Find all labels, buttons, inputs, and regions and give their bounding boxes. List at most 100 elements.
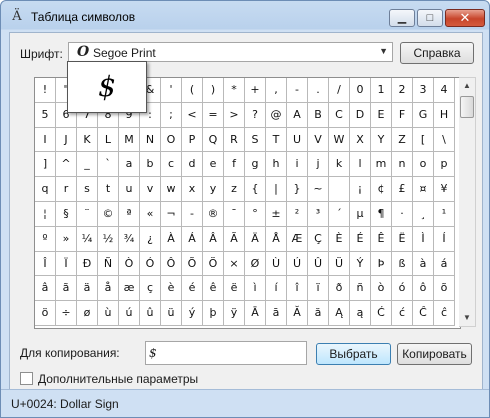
character-cell[interactable]: ¤ [413, 177, 434, 202]
character-cell[interactable]: Å [266, 226, 287, 252]
character-cell[interactable]: o [413, 152, 434, 178]
character-cell[interactable]: Ì [413, 226, 434, 252]
character-cell[interactable]: v [140, 177, 161, 202]
character-cell[interactable]: Ý [350, 251, 371, 277]
character-cell[interactable]: ¨ [77, 201, 98, 227]
character-cell[interactable]: à [413, 251, 434, 277]
character-cell[interactable]: 3 [413, 78, 434, 103]
character-cell[interactable]: ´ [329, 201, 350, 227]
character-cell[interactable]: 0 [350, 78, 371, 103]
character-cell[interactable]: z [224, 177, 245, 202]
character-cell[interactable]: } [287, 177, 308, 202]
character-cell[interactable]: î [287, 276, 308, 302]
character-cell[interactable]: » [56, 226, 77, 252]
character-cell[interactable]: Ç [308, 226, 329, 252]
character-cell[interactable]: ° [245, 201, 266, 227]
character-cell[interactable]: [ [413, 127, 434, 153]
character-cell[interactable]: Ñ [98, 251, 119, 277]
character-cell[interactable]: « [140, 201, 161, 227]
character-cell[interactable]: * [224, 78, 245, 103]
character-cell[interactable]: ¦ [35, 201, 56, 227]
character-cell[interactable]: Ă [287, 301, 308, 326]
character-cell[interactable]: J [56, 127, 77, 153]
character-cell[interactable]: y [203, 177, 224, 202]
character-cell[interactable]: å [98, 276, 119, 302]
character-cell[interactable]: m [371, 152, 392, 178]
character-cell[interactable]: V [308, 127, 329, 153]
character-cell[interactable]: ( [182, 78, 203, 103]
character-cell[interactable]: ¿ [140, 226, 161, 252]
character-cell[interactable]: Z [392, 127, 413, 153]
character-cell[interactable]: ê [203, 276, 224, 302]
character-cell[interactable]: Ü [329, 251, 350, 277]
character-cell[interactable]: ¥ [434, 177, 455, 202]
character-cell[interactable]: > [224, 102, 245, 128]
character-cell[interactable]: ú [119, 301, 140, 326]
character-cell[interactable]: ö [35, 301, 56, 326]
character-cell[interactable]: @ [266, 102, 287, 128]
character-cell[interactable]: t [98, 177, 119, 202]
font-select[interactable]: O Segoe Print ▼ [68, 42, 393, 62]
grid-scrollbar[interactable]: ▲ ▼ [459, 77, 476, 327]
character-cell[interactable]: L [98, 127, 119, 153]
character-cell[interactable]: 5 [35, 102, 56, 128]
character-cell[interactable]: ÿ [224, 301, 245, 326]
character-cell[interactable]: U [287, 127, 308, 153]
character-cell[interactable]: ù [98, 301, 119, 326]
character-cell[interactable]: ¾ [119, 226, 140, 252]
character-cell[interactable]: i [287, 152, 308, 178]
character-cell[interactable]: ± [266, 201, 287, 227]
character-cell[interactable]: R [224, 127, 245, 153]
character-cell[interactable]: £ [392, 177, 413, 202]
character-cell[interactable]: Ø [245, 251, 266, 277]
character-cell[interactable]: = [203, 102, 224, 128]
maximize-button[interactable]: □ [417, 9, 443, 27]
character-cell[interactable]: x [182, 177, 203, 202]
character-cell[interactable]: Ð [77, 251, 98, 277]
character-cell[interactable]: ' [161, 78, 182, 103]
character-cell[interactable]: \ [434, 127, 455, 153]
character-cell[interactable]: h [266, 152, 287, 178]
chevron-down-icon[interactable]: ▼ [379, 46, 388, 56]
character-cell[interactable]: D [350, 102, 371, 128]
character-cell[interactable]: Ö [203, 251, 224, 277]
character-cell[interactable]: k [329, 152, 350, 178]
character-cell[interactable]: e [203, 152, 224, 178]
character-cell[interactable]: 2 [392, 78, 413, 103]
character-cell[interactable]: a [119, 152, 140, 178]
character-cell[interactable]: ą [350, 301, 371, 326]
character-cell[interactable]: × [224, 251, 245, 277]
character-cell[interactable]: ; [161, 102, 182, 128]
character-cell[interactable]: Q [203, 127, 224, 153]
character-cell[interactable]: u [119, 177, 140, 202]
character-cell[interactable]: N [140, 127, 161, 153]
character-cell[interactable]: È [329, 226, 350, 252]
help-button[interactable]: Справка [400, 42, 474, 64]
character-cell[interactable]: M [119, 127, 140, 153]
title-bar[interactable]: Ä Таблица символов ▁ □ ✕ [1, 1, 489, 31]
scroll-up-arrow-icon[interactable]: ▲ [459, 78, 475, 94]
copy-input[interactable]: $ [145, 341, 307, 365]
character-cell[interactable]: Ê [371, 226, 392, 252]
character-cell[interactable]: ć [392, 301, 413, 326]
character-cell[interactable]: B [308, 102, 329, 128]
character-cell[interactable]: q [35, 177, 56, 202]
character-cell[interactable]: µ [350, 201, 371, 227]
character-cell[interactable]: á [434, 251, 455, 277]
character-cell[interactable]: ã [56, 276, 77, 302]
advanced-options-checkbox[interactable]: Дополнительные параметры [20, 372, 198, 386]
character-cell[interactable]: ï [308, 276, 329, 302]
character-cell[interactable]: l [350, 152, 371, 178]
character-cell[interactable]: Â [203, 226, 224, 252]
character-cell[interactable]: | [266, 177, 287, 202]
character-cell[interactable]: ¸ [413, 201, 434, 227]
character-cell[interactable]: ă [308, 301, 329, 326]
character-cell[interactable]: Ĉ [413, 301, 434, 326]
character-cell[interactable]: w [161, 177, 182, 202]
character-cell[interactable]: ² [287, 201, 308, 227]
character-cell[interactable]: p [434, 152, 455, 178]
character-cell[interactable]: · [392, 201, 413, 227]
character-cell[interactable]: c [161, 152, 182, 178]
close-button[interactable]: ✕ [445, 9, 485, 27]
character-cell[interactable]: Ï [56, 251, 77, 277]
